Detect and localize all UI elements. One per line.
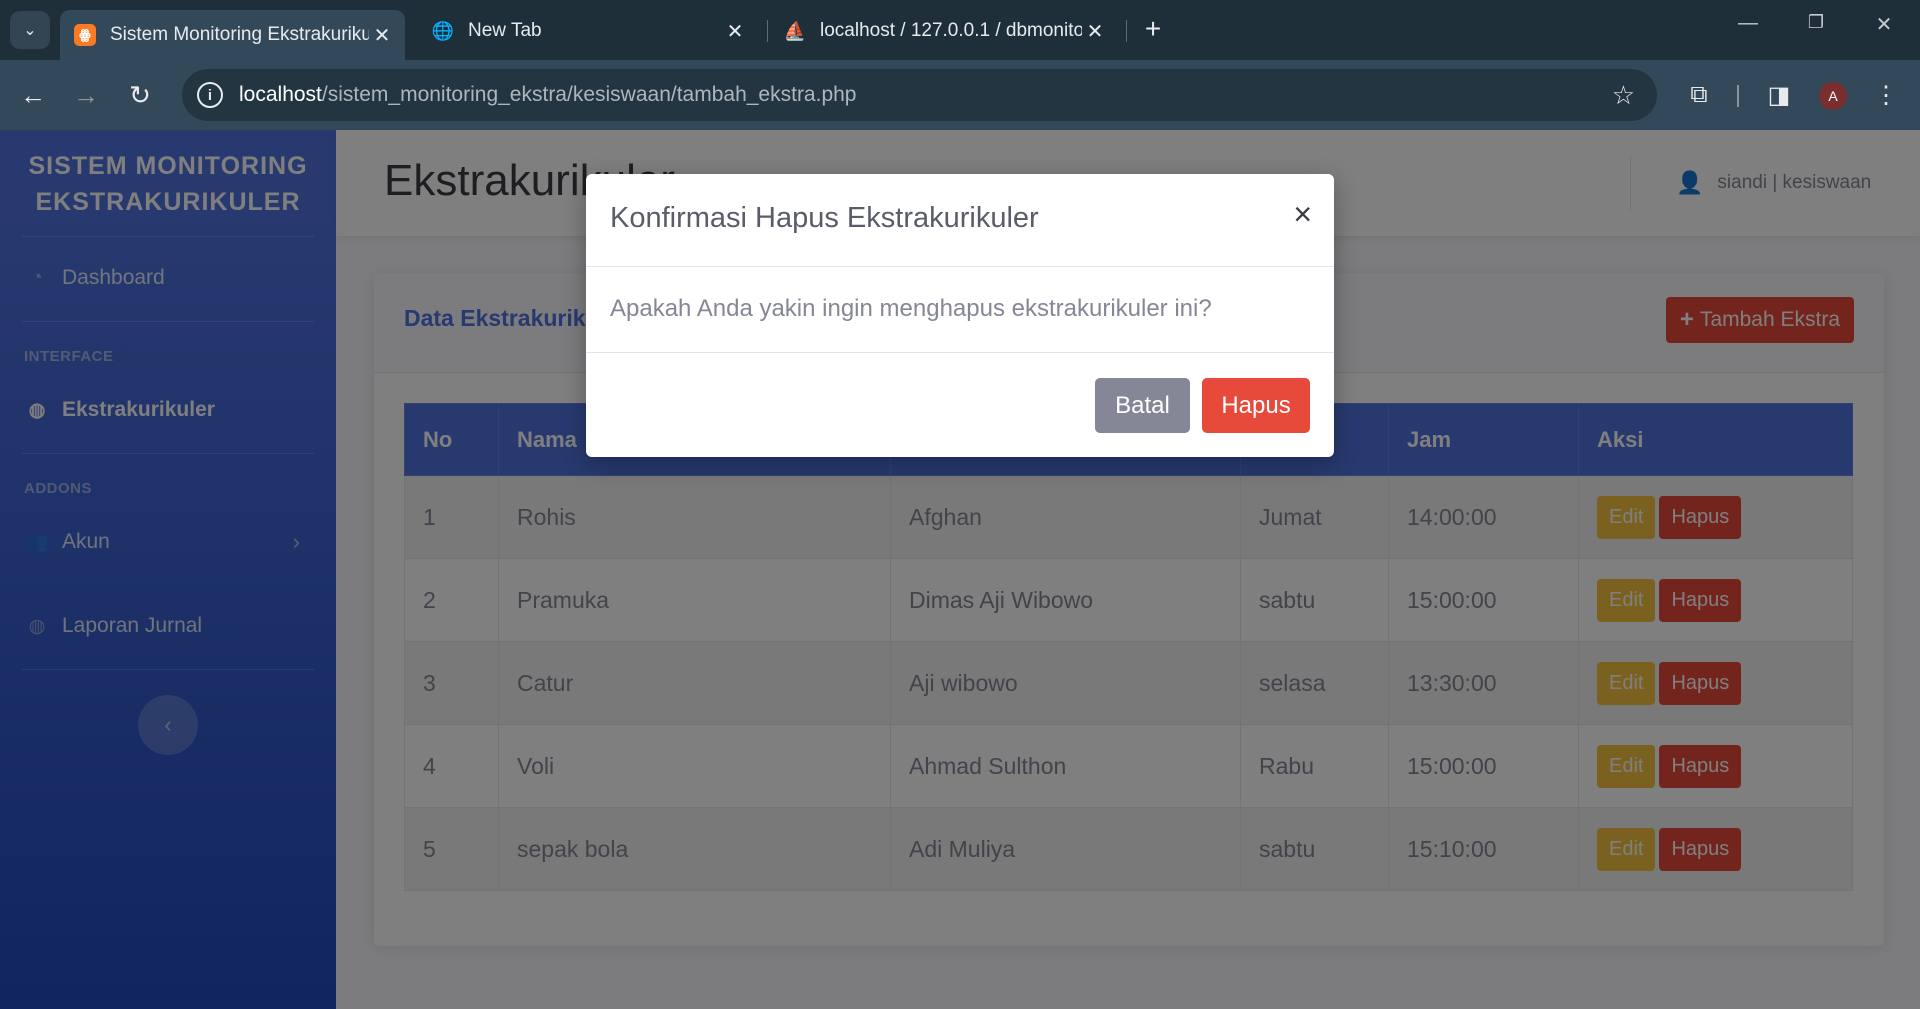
confirm-delete-button[interactable]: Hapus — [1202, 378, 1310, 433]
delete-confirm-modal: Konfirmasi Hapus Ekstrakurikuler × Apaka… — [586, 174, 1334, 457]
tab-separator — [1126, 20, 1127, 42]
forward-arrow-icon[interactable]: → — [68, 77, 104, 113]
restore-icon[interactable]: ❐ — [1796, 12, 1836, 33]
cancel-button[interactable]: Batal — [1095, 378, 1190, 433]
tab-close-icon[interactable]: ✕ — [369, 23, 395, 48]
reload-icon[interactable]: ↻ — [122, 77, 158, 113]
more-menu-icon[interactable]: ⋮ — [1868, 77, 1904, 113]
modal-header: Konfirmasi Hapus Ekstrakurikuler × — [586, 174, 1334, 267]
xampp-favicon-icon: ꙮ — [74, 24, 96, 46]
url-text[interactable]: localhost/sistem_monitoring_ekstra/kesis… — [239, 83, 857, 107]
browser-toolbar: ← → ↻ i localhost/sistem_monitoring_ekst… — [0, 60, 1920, 130]
modal-body: Apakah Anda yakin ingin menghapus ekstra… — [586, 267, 1334, 353]
modal-title: Konfirmasi Hapus Ekstrakurikuler — [610, 202, 1039, 234]
tab-sistem-monitoring[interactable]: ꙮ Sistem Monitoring Ekstrakurikuler ✕ — [60, 10, 405, 60]
globe-icon: 🌐 — [431, 20, 455, 41]
tab-title: Sistem Monitoring Ekstrakurikuler — [110, 24, 369, 45]
tab-new-tab[interactable]: 🌐 New Tab ✕ — [418, 10, 758, 52]
modal-message: Apakah Anda yakin ingin menghapus ekstra… — [610, 295, 1212, 322]
url-host: localhost — [239, 83, 322, 106]
profile-avatar[interactable]: A — [1819, 82, 1847, 110]
side-panel-icon[interactable]: ◨ — [1761, 77, 1797, 113]
back-arrow-icon[interactable]: ← — [15, 77, 51, 113]
minimize-icon[interactable]: — — [1728, 12, 1768, 35]
tab-title: localhost / 127.0.0.1 / dbmonitoring — [820, 20, 1082, 41]
tab-title: New Tab — [468, 20, 542, 41]
chevron-down-icon: ⌄ — [23, 22, 37, 39]
toolbar-separator — [1737, 85, 1739, 107]
extensions-puzzle-icon[interactable]: ⧉ — [1681, 77, 1717, 113]
new-tab-button[interactable]: + — [1138, 14, 1168, 44]
url-path: /sistem_monitoring_ekstra/kesiswaan/tamb… — [321, 83, 857, 106]
tab-separator — [767, 20, 768, 42]
bookmark-star-icon[interactable]: ☆ — [1612, 80, 1635, 111]
address-bar[interactable]: i localhost/sistem_monitoring_ekstra/kes… — [182, 69, 1657, 121]
browser-tab-strip: ⌄ ꙮ Sistem Monitoring Ekstrakurikuler ✕ … — [0, 0, 1920, 60]
tab-search-button[interactable]: ⌄ — [10, 11, 50, 49]
window-close-icon[interactable]: ✕ — [1864, 12, 1904, 37]
tab-close-icon[interactable]: ✕ — [1082, 19, 1108, 44]
site-info-icon[interactable]: i — [197, 82, 223, 108]
tab-close-icon[interactable]: ✕ — [722, 19, 748, 44]
tab-phpmyadmin[interactable]: ⛵ localhost / 127.0.0.1 / dbmonitoring ✕ — [770, 10, 1118, 52]
close-icon[interactable]: × — [1293, 198, 1312, 230]
phpmyadmin-favicon-icon: ⛵ — [783, 20, 807, 41]
